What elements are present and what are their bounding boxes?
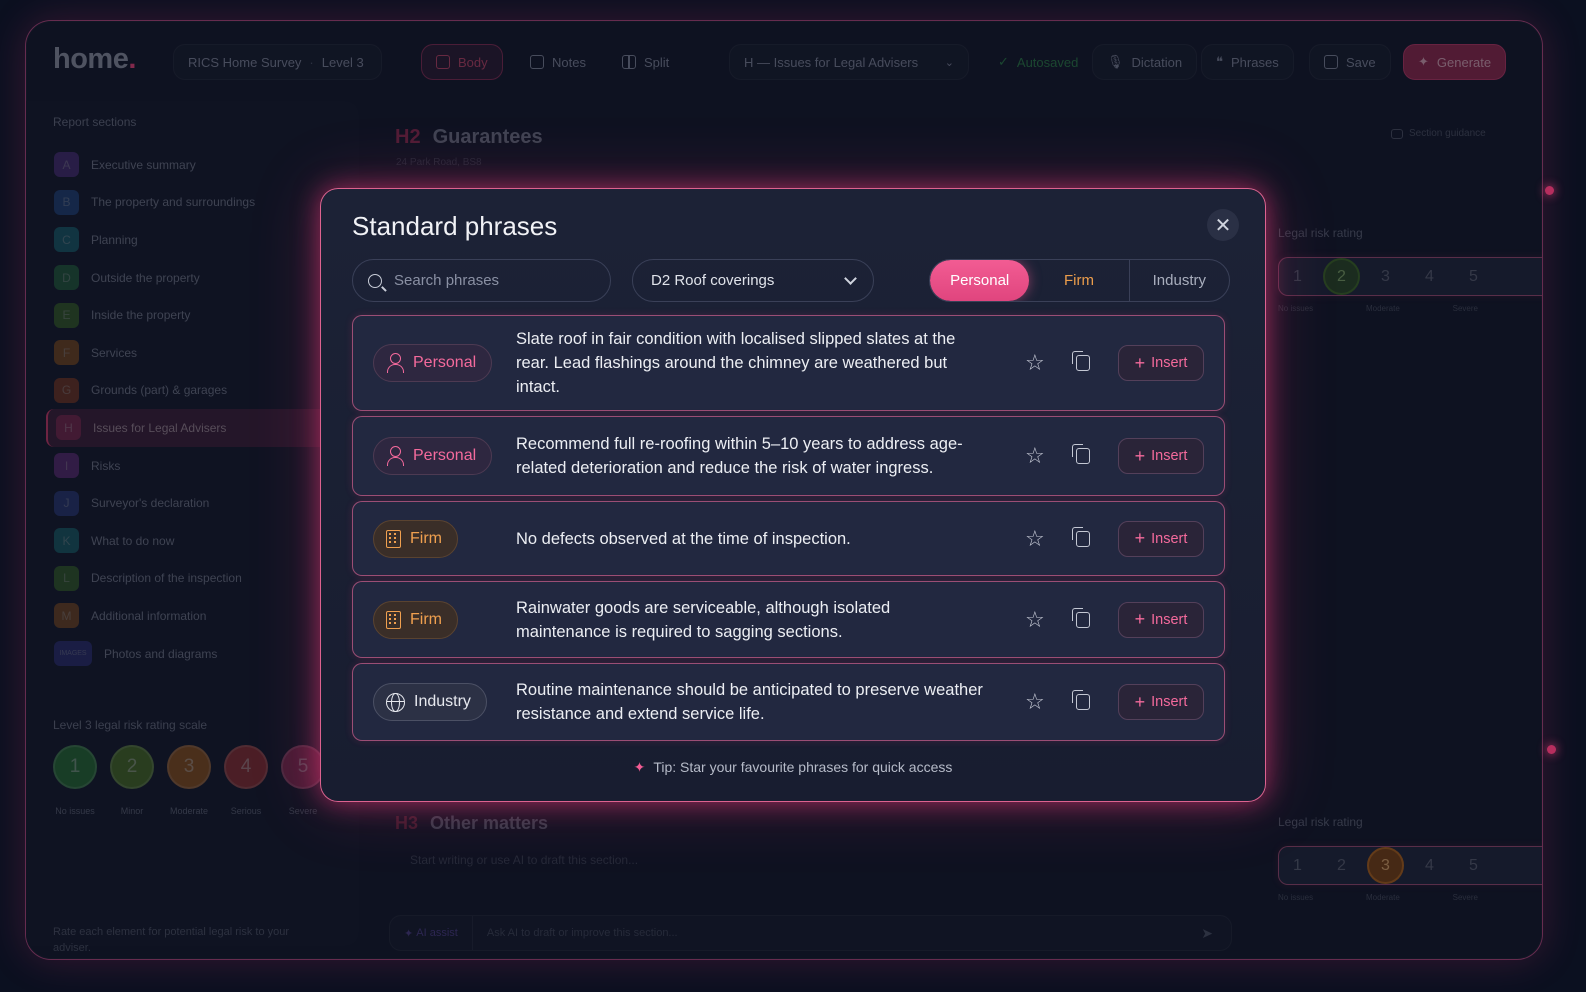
copy-icon[interactable] <box>1072 607 1090 628</box>
phrase-text: Rainwater goods are serviceable, althoug… <box>516 598 891 641</box>
phrase-source-tag: Firm <box>373 600 458 639</box>
tip: ✦ Tip: Star your favourite phrases for qu… <box>633 759 953 775</box>
copy-icon[interactable] <box>1072 351 1090 371</box>
phrase-list: Personal Slate roof in fair condition wit… <box>352 315 1225 746</box>
phrase-source-tag: Firm <box>373 519 458 558</box>
building-icon <box>386 610 401 629</box>
phrase-source-label: Firm <box>410 610 442 628</box>
person-icon <box>386 446 404 466</box>
phrase-text: Routine maintenance should be anticipate… <box>516 681 983 723</box>
insert-button[interactable]: + Insert <box>1118 345 1204 381</box>
insert-button[interactable]: + Insert <box>1118 438 1204 474</box>
star-icon[interactable]: ☆ <box>1025 689 1045 715</box>
copy-icon[interactable] <box>1072 690 1090 710</box>
phrase-row: Personal Slate roof in fair condition wit… <box>352 315 1225 411</box>
phrase-text: Recommend full re-roofing within 5–10 ye… <box>516 435 963 477</box>
insert-label: Insert <box>1151 530 1188 547</box>
search-input[interactable] <box>394 272 584 289</box>
sparkle-icon: ✦ <box>633 759 646 775</box>
plus-icon: + <box>1134 528 1146 548</box>
insert-label: Insert <box>1151 448 1188 464</box>
decorative-dot <box>1547 745 1556 754</box>
category-select[interactable]: D2 Roof coverings <box>632 259 874 302</box>
building-icon <box>386 529 401 548</box>
decorative-dot <box>1545 186 1554 195</box>
insert-label: Insert <box>1151 611 1188 628</box>
phrase-source-tag: Personal <box>373 344 493 382</box>
star-icon[interactable]: ☆ <box>1025 526 1045 552</box>
insert-button[interactable]: + Insert <box>1118 684 1204 720</box>
phrase-source-label: Industry <box>414 693 471 710</box>
standard-phrases-modal: Standard phrases ✕ D2 Roof coverings Per… <box>320 188 1266 802</box>
category-value: D2 Roof coverings <box>651 272 775 289</box>
copy-icon[interactable] <box>1072 526 1090 547</box>
phrase-source-label: Personal <box>413 447 477 464</box>
search-icon <box>368 273 382 288</box>
person-icon <box>386 353 404 373</box>
star-icon[interactable]: ☆ <box>1025 350 1045 376</box>
insert-label: Insert <box>1151 694 1188 710</box>
plus-icon: + <box>1134 352 1146 373</box>
phrase-text: Slate roof in fair condition with locali… <box>516 330 956 396</box>
plus-icon: + <box>1134 609 1146 629</box>
filter-industry[interactable]: Industry <box>1130 260 1229 301</box>
modal-title: Standard phrases <box>352 211 558 241</box>
close-icon: ✕ <box>1214 214 1232 237</box>
copy-icon[interactable] <box>1072 444 1090 464</box>
globe-icon <box>386 692 405 712</box>
plus-icon: + <box>1134 691 1146 712</box>
phrase-source-tag: Industry <box>373 683 487 721</box>
phrase-source-label: Personal <box>413 354 477 371</box>
star-icon[interactable]: ☆ <box>1025 607 1045 633</box>
phrase-row: Firm Rainwater goods are serviceable, alt… <box>352 581 1225 658</box>
insert-button[interactable]: + Insert <box>1118 520 1204 557</box>
phrase-search[interactable] <box>352 259 611 302</box>
insert-button[interactable]: + Insert <box>1118 601 1204 638</box>
insert-label: Insert <box>1151 355 1188 371</box>
phrase-text: No defects observed at the time of inspe… <box>516 529 851 548</box>
phrase-row: Industry Routine maintenance should be an… <box>352 663 1225 741</box>
filter-personal[interactable]: Personal <box>930 260 1030 301</box>
phrase-row: Firm No defects observed at the time of i… <box>352 501 1225 576</box>
source-filter: Personal Firm Industry <box>929 259 1230 302</box>
phrase-row: Personal Recommend full re-roofing within… <box>352 416 1225 496</box>
star-icon[interactable]: ☆ <box>1025 443 1045 469</box>
filter-firm[interactable]: Firm <box>1029 260 1130 301</box>
phrase-source-label: Firm <box>410 529 442 547</box>
plus-icon: + <box>1134 445 1146 466</box>
close-button[interactable]: ✕ <box>1207 209 1239 241</box>
chevron-down-icon <box>844 271 857 285</box>
phrase-source-tag: Personal <box>373 437 493 475</box>
